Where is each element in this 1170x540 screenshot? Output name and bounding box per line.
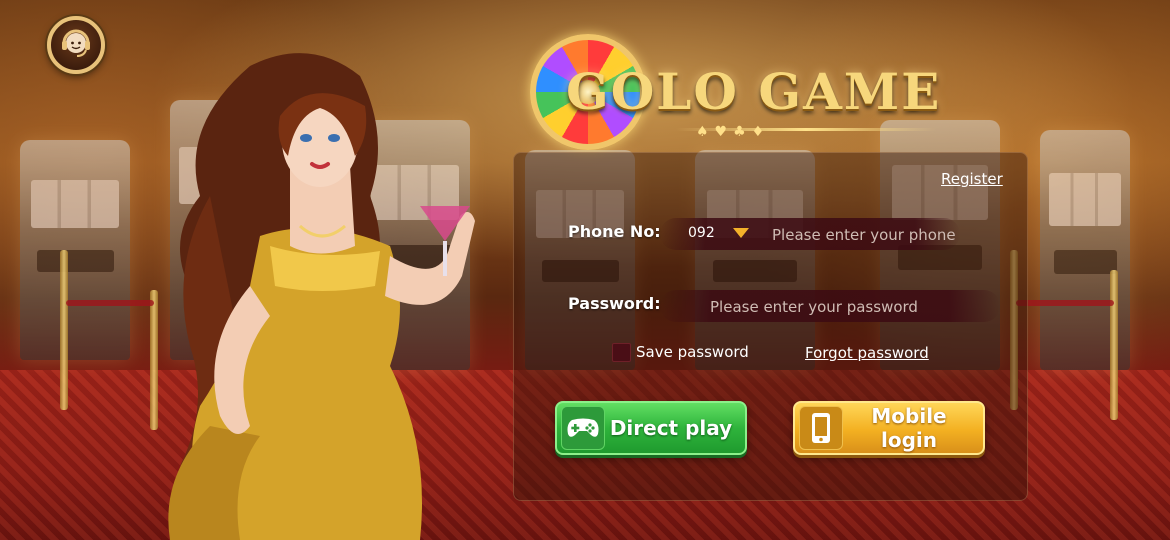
brass-post [1110, 270, 1118, 420]
hostess-character-illustration [140, 46, 500, 540]
mobile-login-button[interactable]: Mobile login [793, 401, 985, 455]
customer-support-button[interactable] [47, 16, 105, 74]
brass-post [60, 250, 68, 410]
password-label: Password: [568, 294, 661, 313]
country-code-dropdown-icon[interactable] [733, 228, 749, 238]
phone-label: Phone No: [568, 222, 661, 241]
mobile-phone-icon [799, 406, 843, 450]
slot-machine [20, 140, 130, 360]
register-link[interactable]: Register [941, 170, 1003, 188]
save-password-label: Save password [636, 343, 749, 361]
gamepad-icon [561, 406, 605, 450]
customer-service-headset-icon [58, 25, 94, 65]
card-suits-icon: ♠♥♣♦ [696, 124, 771, 140]
password-input[interactable] [710, 295, 940, 319]
forgot-password-link[interactable]: Forgot password [805, 344, 929, 362]
mobile-login-label: Mobile login [871, 404, 947, 452]
direct-play-button[interactable]: Direct play [555, 401, 747, 455]
velvet-rope [1016, 300, 1114, 306]
logo-title: GOLO GAME [566, 62, 942, 121]
game-logo: GOLO GAME ♠♥♣♦ [530, 32, 980, 152]
direct-play-label: Direct play [609, 416, 733, 440]
save-password-checkbox[interactable] [612, 343, 631, 362]
phone-input[interactable] [772, 223, 962, 247]
country-code-value[interactable]: 092 [688, 225, 715, 241]
